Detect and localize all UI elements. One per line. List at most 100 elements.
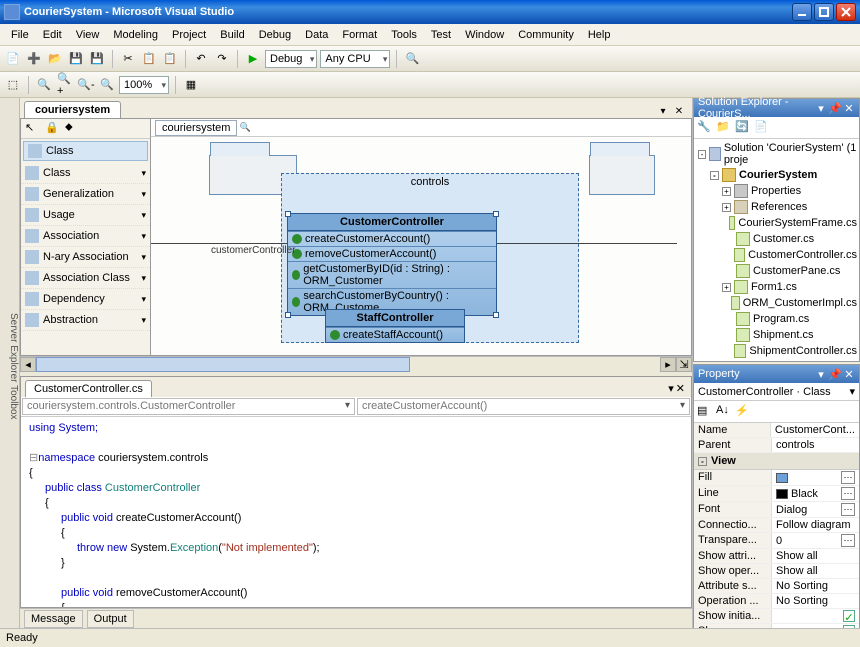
maximize-button[interactable] bbox=[814, 3, 834, 21]
menu-data[interactable]: Data bbox=[298, 26, 335, 44]
tree-file[interactable]: +Form1.cs bbox=[696, 279, 857, 295]
toolbox-item[interactable]: Association▾ bbox=[21, 226, 150, 247]
scroll-left-icon[interactable]: ◂ bbox=[20, 357, 36, 372]
tree-file[interactable]: CourierSystemFrame.cs bbox=[696, 215, 857, 231]
save-icon[interactable]: 💾 bbox=[67, 50, 85, 68]
tool-icon[interactable]: ⬚ bbox=[4, 76, 22, 94]
show-all-icon[interactable]: 📁 bbox=[716, 120, 732, 136]
prop-row[interactable]: Connectio...Follow diagram bbox=[694, 518, 859, 533]
add-item-icon[interactable]: ➕ bbox=[25, 50, 43, 68]
panel-close-icon[interactable]: ✕ bbox=[843, 102, 855, 114]
property-selector[interactable]: CustomerController · Class bbox=[694, 383, 859, 401]
toolbox-category[interactable]: Class bbox=[23, 141, 148, 161]
tree-file[interactable]: Customer.cs bbox=[696, 231, 857, 247]
zoom-100-icon[interactable]: 🔍 bbox=[98, 76, 116, 94]
method-row[interactable]: getCustomerByID(id : String) : ORM_Custo… bbox=[288, 261, 496, 288]
menu-community[interactable]: Community bbox=[511, 26, 581, 44]
prop-row[interactable]: Show oper...Show all bbox=[694, 564, 859, 579]
connector-left[interactable] bbox=[151, 243, 287, 244]
undo-icon[interactable]: ↶ bbox=[192, 50, 210, 68]
zoom-combo[interactable]: 100% bbox=[119, 76, 169, 94]
prop-row[interactable]: Show attri...Show all bbox=[694, 549, 859, 564]
left-dock-tabs[interactable]: Server Explorer Toolbox bbox=[0, 98, 20, 628]
solution-explorer-header[interactable]: Solution Explorer - CourierS... ▾ 📌 ✕ bbox=[694, 99, 859, 117]
scroll-right-icon[interactable]: ▸ bbox=[660, 357, 676, 372]
open-icon[interactable]: 📂 bbox=[46, 50, 64, 68]
toolbox-item[interactable]: N-ary Association▾ bbox=[21, 247, 150, 268]
method-row[interactable]: removeCustomerAccount() bbox=[288, 246, 496, 261]
close-button[interactable] bbox=[836, 3, 856, 21]
menu-project[interactable]: Project bbox=[165, 26, 213, 44]
toolbox-item[interactable]: Dependency▾ bbox=[21, 289, 150, 310]
panel-pin-icon[interactable]: 📌 bbox=[829, 102, 841, 114]
menu-build[interactable]: Build bbox=[213, 26, 251, 44]
tree-file[interactable]: ORM_CustomerImpl.cs bbox=[696, 295, 857, 311]
prop-row[interactable]: FontDialog⋯ bbox=[694, 502, 859, 518]
class-staff-controller[interactable]: StaffController createStaffAccount() bbox=[325, 309, 465, 343]
breadcrumb[interactable]: couriersystem bbox=[155, 120, 237, 136]
tree-file[interactable]: Program.cs bbox=[696, 311, 857, 327]
cut-icon[interactable]: ✂ bbox=[119, 50, 137, 68]
prop-category[interactable]: -View bbox=[694, 453, 859, 470]
method-row[interactable]: createCustomerAccount() bbox=[288, 231, 496, 246]
property-header[interactable]: Property ▾ 📌 ✕ bbox=[694, 365, 859, 383]
code-tab-close-icon[interactable]: ✕ bbox=[676, 382, 685, 395]
tool-menu-icon[interactable]: ⬥ bbox=[65, 121, 81, 137]
expand-icon[interactable]: + bbox=[722, 203, 731, 212]
zoom-in-icon[interactable]: 🔍+ bbox=[56, 76, 74, 94]
toolbox-item[interactable]: Usage▾ bbox=[21, 205, 150, 226]
platform-combo[interactable]: Any CPU bbox=[320, 50, 390, 68]
expand-icon[interactable]: - bbox=[710, 171, 719, 180]
find-icon[interactable]: 🔍 bbox=[403, 50, 421, 68]
menu-view[interactable]: View bbox=[69, 26, 107, 44]
prop-row[interactable]: Parentcontrols bbox=[694, 438, 859, 453]
diagram-canvas[interactable]: couriersystem 🔍 controls CustomerControl… bbox=[151, 119, 691, 355]
lock-icon[interactable]: 🔒 bbox=[45, 121, 61, 137]
start-debug-icon[interactable]: ▶ bbox=[244, 50, 262, 68]
menu-format[interactable]: Format bbox=[335, 26, 384, 44]
menu-help[interactable]: Help bbox=[581, 26, 618, 44]
prop-row[interactable]: LineBlack⋯ bbox=[694, 486, 859, 502]
new-project-icon[interactable]: 📄 bbox=[4, 50, 22, 68]
menu-edit[interactable]: Edit bbox=[36, 26, 69, 44]
doc-tab-dropdown-icon[interactable]: ▾ bbox=[656, 104, 670, 118]
save-all-icon[interactable]: 💾 bbox=[88, 50, 106, 68]
code-editor[interactable]: using System; ⊟namespace couriersystem.c… bbox=[21, 417, 691, 607]
code-tab[interactable]: CustomerController.cs bbox=[25, 380, 152, 397]
tab-output[interactable]: Output bbox=[87, 610, 134, 628]
tree-file[interactable]: CustomerController.cs bbox=[696, 247, 857, 263]
zoom-out-icon[interactable]: 🔍- bbox=[77, 76, 95, 94]
menu-modeling[interactable]: Modeling bbox=[106, 26, 165, 44]
menu-test[interactable]: Test bbox=[424, 26, 458, 44]
toolbox-item[interactable]: Class▾ bbox=[21, 163, 150, 184]
split-icon[interactable]: ⇲ bbox=[676, 357, 692, 372]
panel-dropdown-icon[interactable]: ▾ bbox=[815, 368, 827, 380]
menu-tools[interactable]: Tools bbox=[384, 26, 424, 44]
panel-close-icon[interactable]: ✕ bbox=[843, 368, 855, 380]
tab-message[interactable]: Message bbox=[24, 610, 83, 628]
menu-window[interactable]: Window bbox=[458, 26, 511, 44]
menu-debug[interactable]: Debug bbox=[252, 26, 298, 44]
panel-pin-icon[interactable]: 📌 bbox=[829, 368, 841, 380]
solution-tree[interactable]: -Solution 'CourierSystem' (1 proje -Cour… bbox=[694, 139, 859, 361]
paste-icon[interactable]: 📋 bbox=[161, 50, 179, 68]
property-grid[interactable]: NameCustomerCont...Parentcontrols-ViewFi… bbox=[694, 423, 859, 639]
connector-right[interactable] bbox=[497, 243, 677, 244]
copy-icon[interactable]: 📋 bbox=[140, 50, 158, 68]
config-combo[interactable]: Debug bbox=[265, 50, 317, 68]
breadcrumb-search-icon[interactable]: 🔍 bbox=[239, 122, 250, 133]
prop-row[interactable]: Transpare...0⋯ bbox=[694, 533, 859, 549]
events-icon[interactable]: ⚡ bbox=[735, 404, 751, 420]
prop-row[interactable]: Attribute s...No Sorting bbox=[694, 579, 859, 594]
diagram-hscroll[interactable]: ◂ ▸ ⇲ bbox=[20, 356, 692, 372]
doc-tab-close-icon[interactable]: ✕ bbox=[672, 104, 686, 118]
code-tab-dropdown-icon[interactable]: ▾ bbox=[668, 382, 674, 395]
prop-row[interactable]: Operation ...No Sorting bbox=[694, 594, 859, 609]
toolbox-item[interactable]: Generalization▾ bbox=[21, 184, 150, 205]
prop-row[interactable]: Fill⋯ bbox=[694, 470, 859, 486]
categorize-icon[interactable]: ▤ bbox=[697, 404, 713, 420]
redo-icon[interactable]: ↷ bbox=[213, 50, 231, 68]
menu-file[interactable]: File bbox=[4, 26, 36, 44]
expand-icon[interactable]: + bbox=[722, 187, 731, 196]
view-code-icon[interactable]: 📄 bbox=[754, 120, 770, 136]
